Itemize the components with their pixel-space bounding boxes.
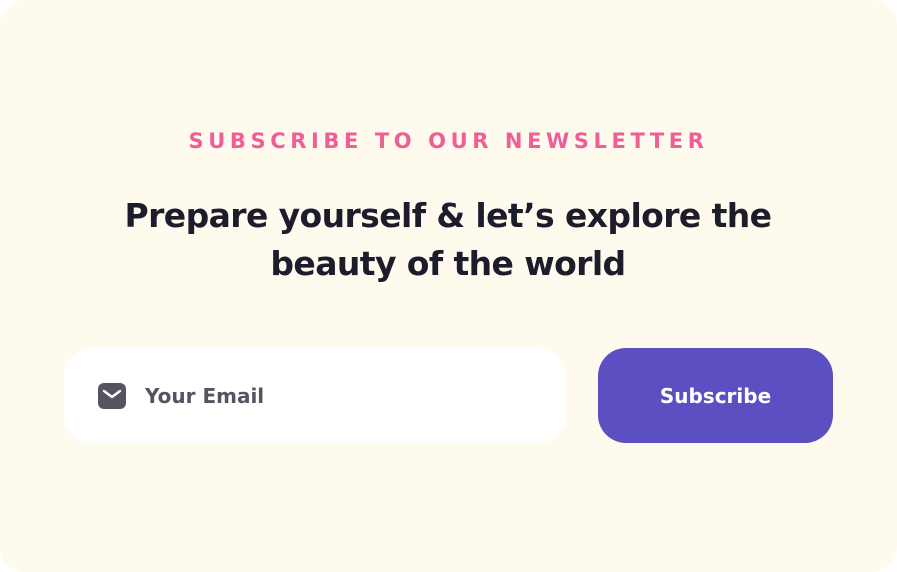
newsletter-headline: Prepare yourself & let’s explore the bea… [124,196,772,283]
newsletter-card: SUBSCRIBE TO OUR NEWSLETTER Prepare your… [0,0,897,572]
mail-icon [98,383,126,409]
email-field[interactable] [145,373,545,419]
subscribe-button[interactable]: Subscribe [598,348,833,443]
newsletter-eyebrow: SUBSCRIBE TO OUR NEWSLETTER [188,129,709,153]
